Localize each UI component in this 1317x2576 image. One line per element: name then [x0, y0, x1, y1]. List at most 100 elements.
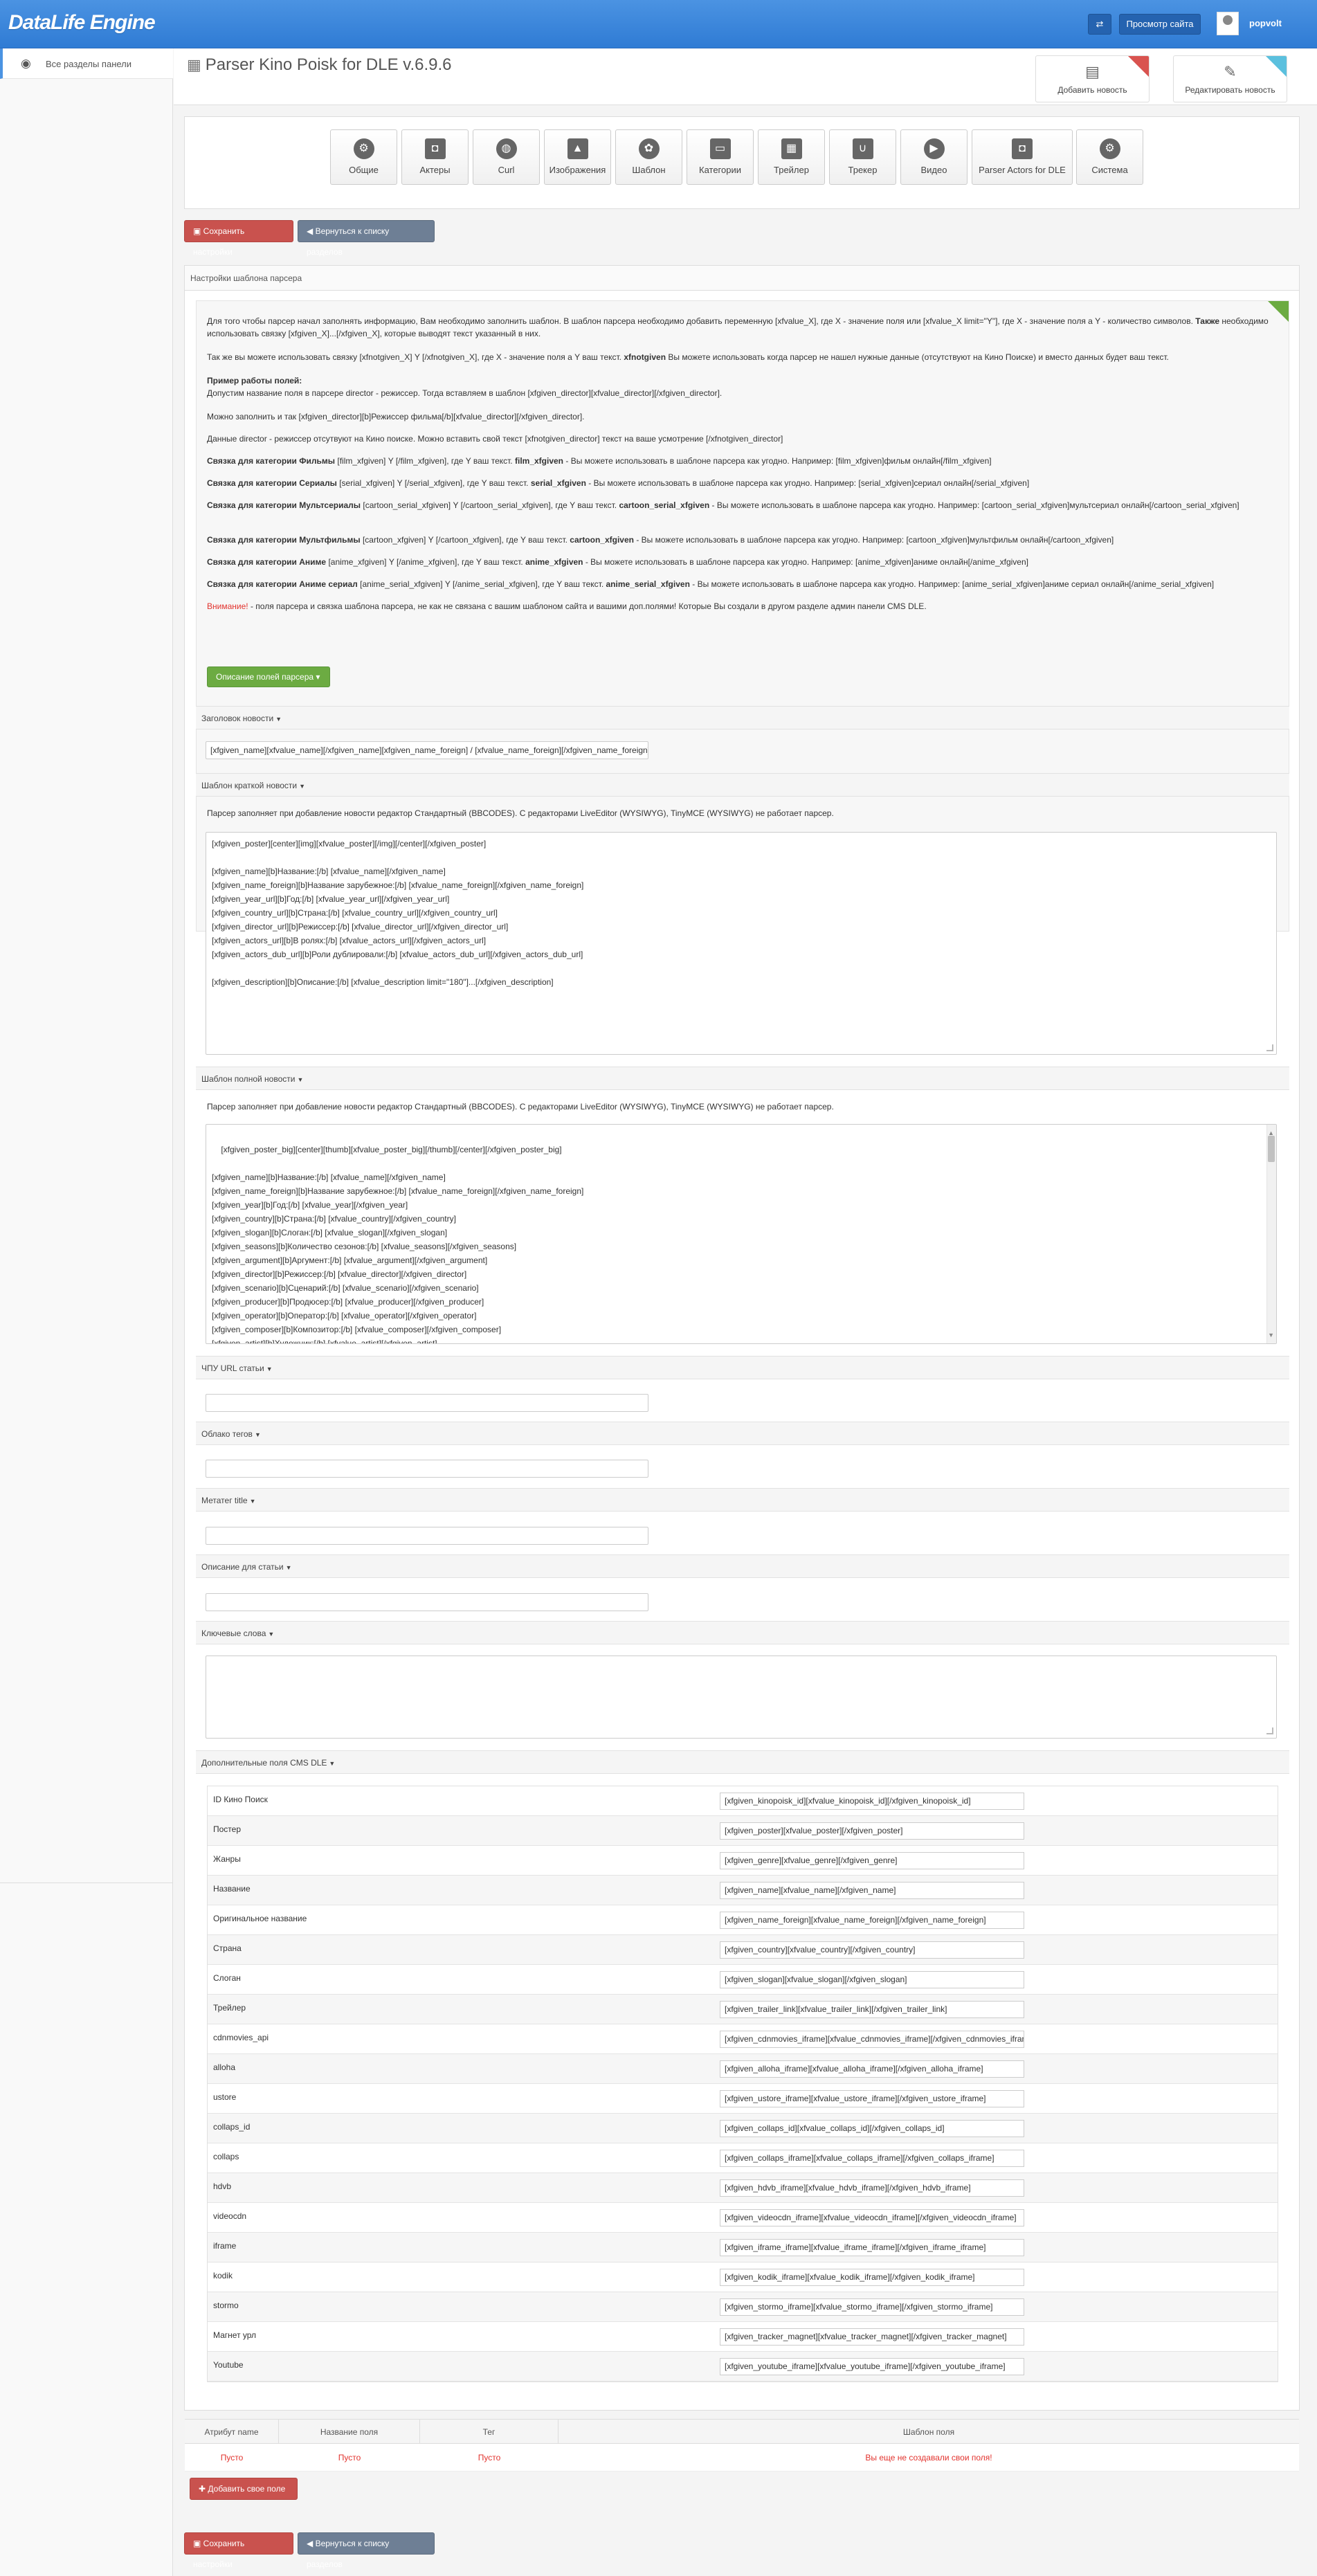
xfield-input[interactable]: [xfgiven_slogan][xfvalue_slogan][/xfgive…: [720, 1971, 1024, 1988]
page-title: ▦ Parser Kino Poisk for DLE v.6.9.6: [187, 55, 452, 74]
tags-input[interactable]: [206, 1460, 648, 1478]
save-button[interactable]: ▣ Сохранить настройки: [184, 220, 293, 257]
full-news-template[interactable]: [xfgiven_poster_big][center][thumb][xfva…: [206, 1124, 1277, 1344]
empty-cell: Пусто: [478, 2453, 501, 2462]
edit-news-button[interactable]: ✎ Редактировать новость: [1173, 55, 1287, 102]
table-row: stormo [xfgiven_stormo_iframe][xfvalue_st…: [208, 2292, 1278, 2322]
xfield-input[interactable]: [xfgiven_alloha_iframe][xfvalue_alloha_i…: [720, 2060, 1024, 2078]
globe-icon: ◉: [21, 57, 31, 70]
xfield-input[interactable]: [xfgiven_collaps_iframe][xfvalue_collaps…: [720, 2150, 1024, 2167]
keywords-input[interactable]: [206, 1656, 1277, 1739]
avatar[interactable]: [1217, 12, 1239, 35]
xfield-input[interactable]: [xfgiven_trailer_link][xfvalue_trailer_l…: [720, 2001, 1024, 2018]
plus-icon: ✚: [199, 2484, 208, 2494]
image-icon: ▲: [567, 138, 588, 159]
xfield-input[interactable]: [xfgiven_stormo_iframe][xfvalue_stormo_i…: [720, 2298, 1024, 2316]
xfield-input[interactable]: [xfgiven_poster][xfvalue_poster][/xfgive…: [720, 1822, 1024, 1840]
logo[interactable]: DataLife Engine: [8, 11, 156, 35]
view-site-button[interactable]: Просмотр сайта: [1119, 14, 1201, 35]
short-news-template[interactable]: [xfgiven_poster][center][img][xfvalue_po…: [206, 832, 1277, 1055]
tab-categories[interactable]: ▭ Категории: [687, 129, 754, 185]
scrollbar[interactable]: ▲ ▼: [1266, 1125, 1276, 1343]
save-button[interactable]: ▣ Сохранить настройки: [184, 2532, 293, 2569]
section-url[interactable]: ЧПУ URL статьи ▼: [196, 1356, 1289, 1379]
xfield-input[interactable]: [xfgiven_youtube_iframe][xfvalue_youtube…: [720, 2358, 1024, 2375]
info-text: Связка для категории Аниме [anime_xfgive…: [207, 557, 1028, 567]
xfield-input[interactable]: [xfgiven_cdnmovies_iframe][xfvalue_cdnmo…: [720, 2031, 1024, 2048]
description-input[interactable]: [206, 1593, 648, 1611]
caret-down-icon: ▼: [275, 716, 282, 723]
editor-note: Парсер заполняет при добавление новости …: [207, 1102, 834, 1112]
section-nav: ⚙ Общие ◘ Актеры ◍ Curl ▲ Изображения ✿ Шабло…: [184, 116, 1300, 209]
section-xfields[interactable]: Дополнительные поля CMS DLE ▼: [196, 1750, 1289, 1774]
tab-actors[interactable]: ◘ Актеры: [401, 129, 469, 185]
back-button[interactable]: ◀ Вернуться к списку разделов: [298, 2532, 435, 2569]
news-title-input[interactable]: [xfgiven_name][xfvalue_name][/xfgiven_na…: [206, 741, 648, 759]
url-input[interactable]: [206, 1394, 648, 1412]
back-button[interactable]: ◀ Вернуться к списку разделов: [298, 220, 435, 257]
section-short-news[interactable]: Шаблон краткой новости ▼: [196, 773, 1289, 797]
tab-curl[interactable]: ◍ Curl: [473, 129, 540, 185]
section-meta-title[interactable]: Метатег title ▼: [196, 1488, 1289, 1512]
resize-handle[interactable]: [1266, 1044, 1273, 1051]
section-full-news[interactable]: Шаблон полной новости ▼: [196, 1067, 1289, 1090]
username[interactable]: popvolt: [1249, 18, 1282, 28]
section-news-title[interactable]: Заголовок новости ▼: [196, 706, 1289, 729]
table-row: kodik [xfgiven_kodik_iframe][xfvalue_kodi…: [208, 2262, 1278, 2292]
table-row: Жанры [xfgiven_genre][xfvalue_genre][/xfg…: [208, 1846, 1278, 1876]
caret-down-icon: ▼: [268, 1631, 275, 1638]
table-row: Магнет урл [xfgiven_tracker_magnet][xfval…: [208, 2322, 1278, 2352]
xfield-input[interactable]: [xfgiven_name][xfvalue_name][/xfgiven_na…: [720, 1882, 1024, 1899]
table-row: ID Кино Поиск [xfgiven_kinopoisk_id][xfva…: [208, 1786, 1278, 1816]
table-row: Постер [xfgiven_poster][xfvalue_poster][/…: [208, 1816, 1278, 1846]
xfield-input[interactable]: [xfgiven_hdvb_iframe][xfvalue_hdvb_ifram…: [720, 2179, 1024, 2197]
empty-cell: Пусто: [338, 2453, 361, 2462]
arrow-left-icon: ◀: [307, 2539, 316, 2548]
add-news-button[interactable]: ▤ Добавить новость: [1035, 55, 1150, 102]
section-description[interactable]: Описание для статьи ▼: [196, 1554, 1289, 1578]
section-keywords[interactable]: Ключевые слова ▼: [196, 1621, 1289, 1644]
tab-parser-actors[interactable]: ◘ Parser Actors for DLE: [972, 129, 1073, 185]
play-icon: ▶: [923, 138, 945, 159]
xfield-input[interactable]: [xfgiven_tracker_magnet][xfvalue_tracker…: [720, 2328, 1024, 2346]
section-tags[interactable]: Облако тегов ▼: [196, 1422, 1289, 1445]
xfield-input[interactable]: [xfgiven_country][xfvalue_country][/xfgi…: [720, 1941, 1024, 1959]
xfield-input[interactable]: [xfgiven_collaps_id][xfvalue_collaps_id]…: [720, 2120, 1024, 2137]
resize-handle[interactable]: [1266, 1727, 1273, 1734]
scroll-thumb[interactable]: [1268, 1136, 1275, 1162]
caret-down-icon: ▼: [297, 1076, 304, 1083]
tab-system[interactable]: ⚙ Система: [1076, 129, 1143, 185]
table-row: collaps [xfgiven_collaps_iframe][xfvalue_…: [208, 2143, 1278, 2173]
info-text: Связка для категории Мультфильмы [cartoo…: [207, 535, 1114, 545]
tab-general[interactable]: ⚙ Общие: [330, 129, 397, 185]
column-header: Тег: [420, 2420, 558, 2445]
palette-icon: ✿: [638, 138, 660, 159]
fields-description-button[interactable]: Описание полей парсера ▾: [207, 666, 330, 687]
corner-badge: [1128, 56, 1149, 77]
xfield-input[interactable]: [xfgiven_videocdn_iframe][xfvalue_videoc…: [720, 2209, 1024, 2226]
tab-video[interactable]: ▶ Видео: [900, 129, 968, 185]
table-row: Youtube [xfgiven_youtube_iframe][xfvalue_…: [208, 2352, 1278, 2382]
table-row: Оригинальное название [xfgiven_name_forei…: [208, 1905, 1278, 1935]
add-field-button[interactable]: ✚ Добавить свое поле: [190, 2478, 298, 2500]
table-row: ustore [xfgiven_ustore_iframe][xfvalue_us…: [208, 2084, 1278, 2114]
xfield-input[interactable]: [xfgiven_name_foreign][xfvalue_name_fore…: [720, 1912, 1024, 1929]
xfield-input[interactable]: [xfgiven_kodik_iframe][xfvalue_kodik_ifr…: [720, 2269, 1024, 2286]
editor-note: Парсер заполняет при добавление новости …: [207, 808, 834, 818]
sidebar-item-all-sections[interactable]: ◉ Все разделы панели: [0, 48, 173, 79]
swap-icon[interactable]: ⇄: [1088, 14, 1111, 35]
arrow-down-icon[interactable]: ▼: [1268, 1328, 1274, 1342]
meta-title-input[interactable]: [206, 1527, 648, 1545]
tab-images[interactable]: ▲ Изображения: [544, 129, 611, 185]
xfield-input[interactable]: [xfgiven_kinopoisk_id][xfvalue_kinopoisk…: [720, 1793, 1024, 1810]
tab-tracker[interactable]: ∪ Трекер: [829, 129, 896, 185]
tab-template[interactable]: ✿ Шаблон: [615, 129, 682, 185]
tab-trailer[interactable]: ▦ Трейлер: [758, 129, 825, 185]
arrow-left-icon: ◀: [307, 226, 316, 236]
column-header: Атрибут name: [185, 2420, 279, 2445]
sidebar-item-label: Все разделы панели: [46, 59, 132, 69]
caret-down-icon: ▼: [249, 1498, 256, 1505]
xfield-input[interactable]: [xfgiven_genre][xfvalue_genre][/xfgiven_…: [720, 1852, 1024, 1869]
xfield-input[interactable]: [xfgiven_ustore_iframe][xfvalue_ustore_i…: [720, 2090, 1024, 2107]
xfield-input[interactable]: [xfgiven_iframe_iframe][xfvalue_iframe_i…: [720, 2239, 1024, 2256]
